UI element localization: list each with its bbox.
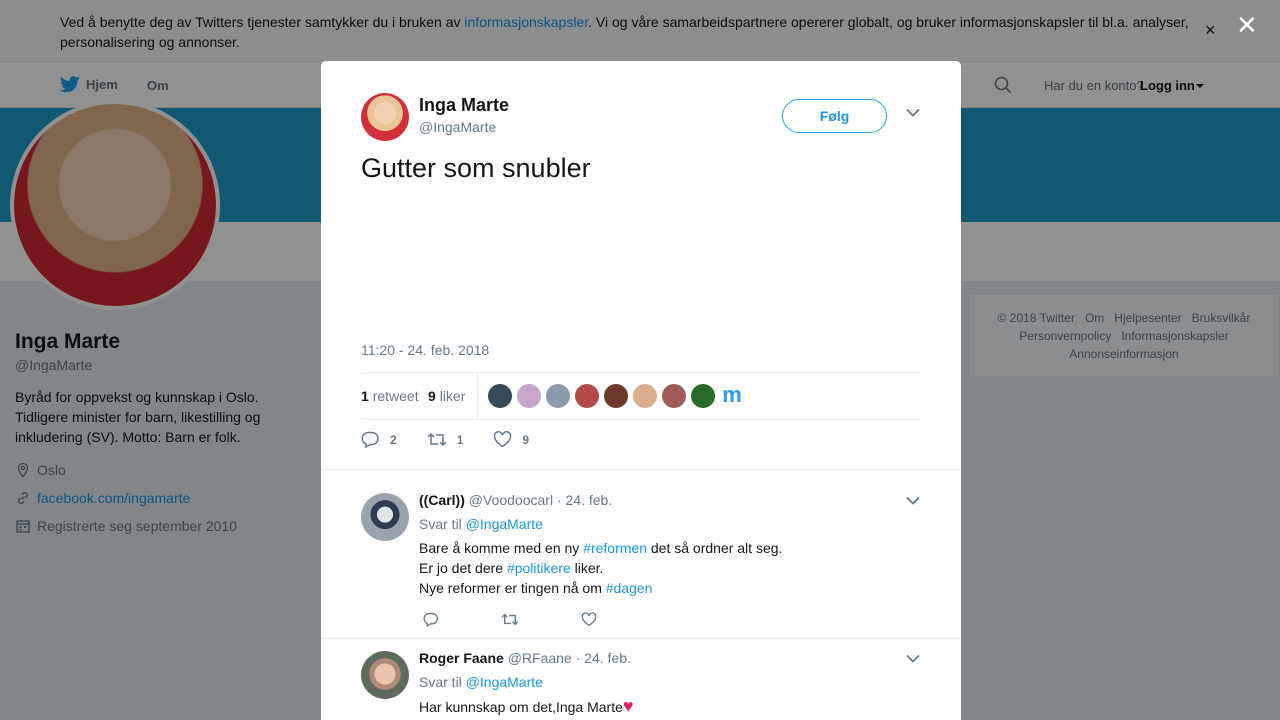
reply-avatar[interactable] bbox=[361, 493, 409, 541]
divider bbox=[321, 469, 961, 470]
retweet-action[interactable] bbox=[501, 612, 519, 632]
chevron-down-icon[interactable] bbox=[906, 496, 920, 505]
like-stat-count: 9 bbox=[428, 388, 436, 404]
divider bbox=[321, 638, 961, 639]
hashtag-link[interactable]: #politikere bbox=[507, 560, 571, 576]
reply-action[interactable]: 2 bbox=[361, 431, 397, 448]
liker-avatar[interactable] bbox=[604, 384, 628, 408]
retweet-count: 1 bbox=[456, 432, 464, 447]
reply-date[interactable]: · 24. feb. bbox=[557, 492, 612, 508]
like-action[interactable]: 9 bbox=[493, 431, 529, 448]
liker-avatar[interactable] bbox=[546, 384, 570, 408]
reply-author-handle[interactable]: @Voodoocarl bbox=[469, 492, 553, 508]
reply-text: Har kunnskap om det,Inga Marte♥ bbox=[419, 696, 634, 717]
reply-to-link[interactable]: @IngaMarte bbox=[466, 516, 543, 532]
hashtag-link[interactable]: #dagen bbox=[606, 580, 653, 596]
reply-to-line: Svar til @IngaMarte bbox=[419, 516, 543, 532]
reply-action[interactable] bbox=[423, 612, 439, 632]
retweet-icon bbox=[427, 432, 447, 447]
reply-text-part: Har kunnskap om det,Inga Marte bbox=[419, 699, 623, 715]
liker-avatar[interactable] bbox=[633, 384, 657, 408]
heart-icon bbox=[494, 431, 512, 448]
reply-text-part: liker. bbox=[570, 560, 604, 576]
reply-text: Bare å komme med en ny #reformen det så … bbox=[419, 538, 782, 598]
reply-to-label: Svar til bbox=[419, 516, 462, 532]
tweet-text: Gutter som snubler bbox=[361, 153, 591, 183]
reply-avatar[interactable] bbox=[361, 651, 409, 699]
tweet-author-handle[interactable]: @IngaMarte bbox=[419, 119, 496, 135]
retweet-action[interactable]: 1 bbox=[427, 431, 464, 448]
reply-actions bbox=[423, 612, 659, 632]
hashtag-link[interactable]: #reformen bbox=[583, 540, 647, 556]
reply-to-link[interactable]: @IngaMarte bbox=[466, 674, 543, 690]
chevron-down-icon[interactable] bbox=[906, 108, 920, 117]
reply-count: 2 bbox=[390, 432, 397, 447]
tweet-timestamp[interactable]: 11:20 - 24. feb. 2018 bbox=[361, 342, 489, 358]
heart-icon bbox=[581, 612, 597, 627]
liker-avatar[interactable] bbox=[691, 384, 715, 408]
reply-to-label: Svar til bbox=[419, 674, 462, 690]
retweet-stat[interactable]: 1 retweet bbox=[361, 388, 419, 404]
reply-text-part: Nye reformer er tingen nå om bbox=[419, 580, 606, 596]
reply-text-part: Bare å komme med en ny bbox=[419, 540, 584, 556]
liker-avatar[interactable] bbox=[488, 384, 512, 408]
reply-header: Roger Faane @RFaane · 24. feb. bbox=[419, 650, 631, 666]
tweet-author-name[interactable]: Inga Marte bbox=[419, 95, 509, 116]
liker-avatar-m[interactable]: m bbox=[720, 384, 744, 408]
retweet-stat-count: 1 bbox=[361, 388, 369, 404]
like-stat-label: liker bbox=[439, 388, 466, 404]
stats-divider bbox=[477, 373, 478, 420]
reply-text-part: Er jo det dere bbox=[419, 560, 507, 576]
reply-to-line: Svar til @IngaMarte bbox=[419, 674, 543, 690]
liker-avatar[interactable] bbox=[575, 384, 599, 408]
tweet-actions: 2 1 9 bbox=[361, 431, 559, 448]
like-count: 9 bbox=[522, 432, 530, 447]
reply-text-part: det så ordner alt seg. bbox=[647, 540, 783, 556]
like-action[interactable] bbox=[581, 612, 597, 632]
reply-author-name[interactable]: ((Carl)) bbox=[419, 492, 465, 508]
liker-avatar[interactable] bbox=[517, 384, 541, 408]
retweet-icon bbox=[501, 613, 519, 626]
tweet-modal: Inga Marte @IngaMarte Følg Gutter som sn… bbox=[321, 61, 961, 720]
overlay-close-icon[interactable]: ✕ bbox=[1236, 12, 1258, 38]
tweet-avatar[interactable] bbox=[361, 93, 409, 141]
reply-author-name[interactable]: Roger Faane bbox=[419, 650, 504, 666]
liker-avatar[interactable] bbox=[662, 384, 686, 408]
reply-date[interactable]: · 24. feb. bbox=[576, 650, 631, 666]
follow-button[interactable]: Følg bbox=[782, 99, 887, 133]
reply-icon bbox=[361, 431, 379, 448]
heart-emoji: ♥ bbox=[622, 696, 634, 716]
reply-icon bbox=[423, 612, 438, 627]
reply-header: ((Carl)) @Voodoocarl · 24. feb. bbox=[419, 492, 612, 508]
tweet-stats: 1 retweet 9 liker m bbox=[361, 372, 921, 420]
reply-author-handle[interactable]: @RFaane bbox=[508, 650, 572, 666]
liker-avatars: m bbox=[488, 384, 749, 408]
retweet-stat-label: retweet bbox=[372, 388, 419, 404]
chevron-down-icon[interactable] bbox=[906, 654, 920, 663]
like-stat[interactable]: 9 liker bbox=[428, 388, 465, 404]
